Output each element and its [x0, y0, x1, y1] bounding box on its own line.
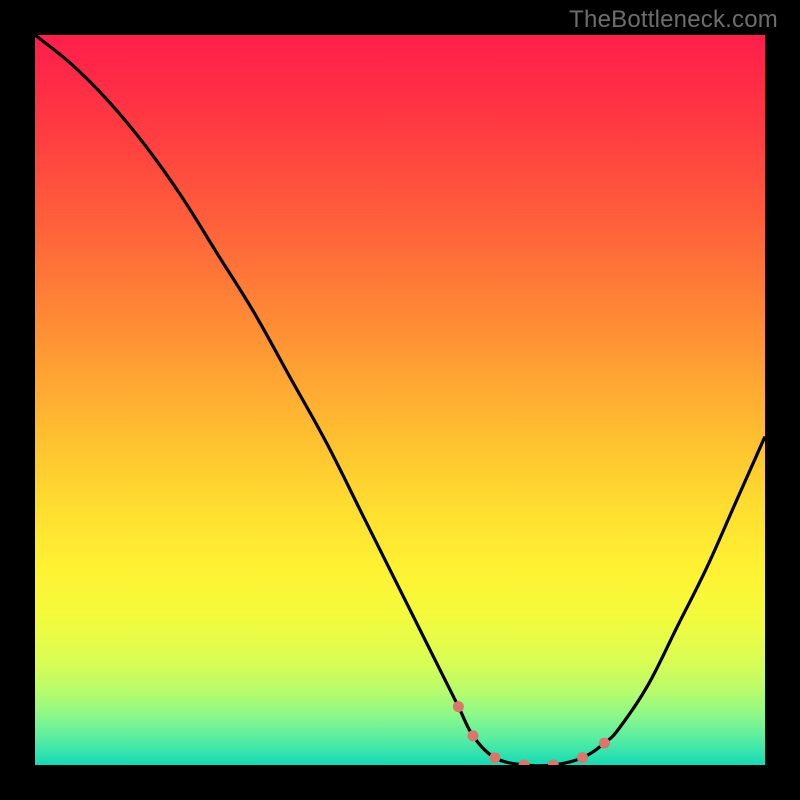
- optimal-point: [489, 752, 500, 763]
- curve-layer: [35, 35, 765, 765]
- optimal-point: [599, 738, 610, 749]
- bottleneck-curve: [35, 35, 765, 765]
- optimal-point: [548, 760, 559, 766]
- optimal-point: [468, 730, 479, 741]
- watermark-text: TheBottleneck.com: [569, 6, 778, 34]
- optimal-range-markers: [453, 701, 610, 765]
- optimal-point: [577, 752, 588, 763]
- plot-area: [35, 35, 765, 765]
- chart-frame: TheBottleneck.com: [0, 0, 800, 800]
- optimal-point: [519, 760, 530, 766]
- optimal-point: [453, 701, 464, 712]
